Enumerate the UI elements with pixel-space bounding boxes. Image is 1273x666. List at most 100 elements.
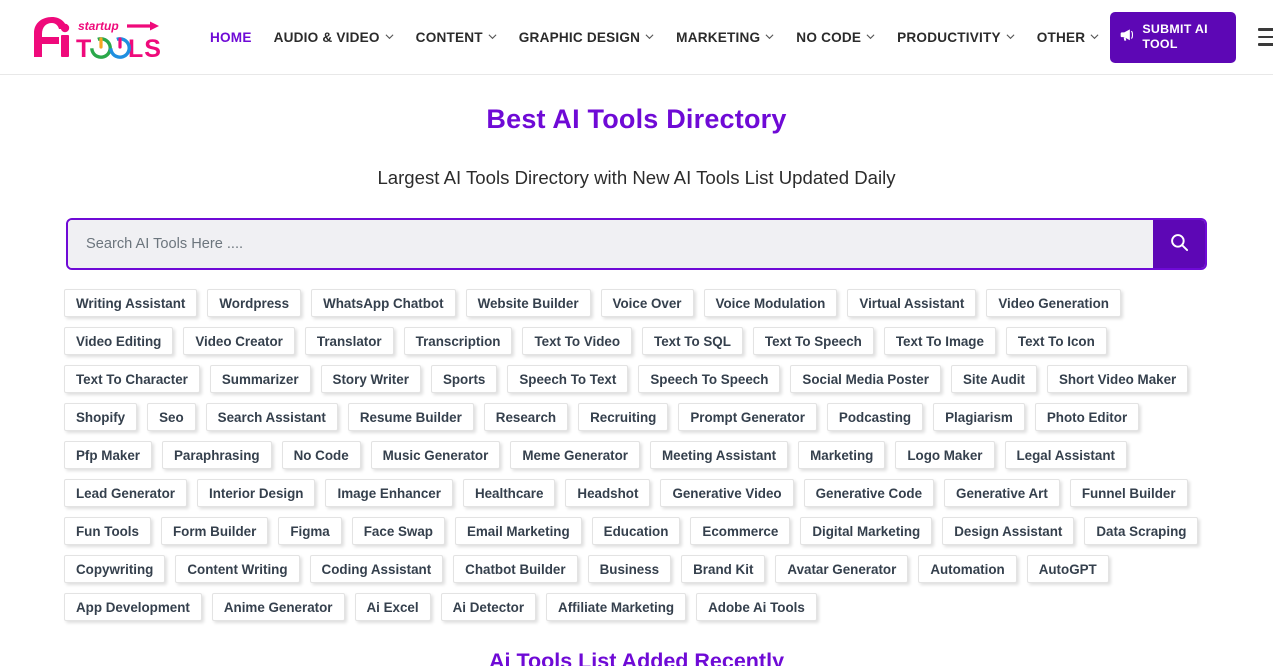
category-tag[interactable]: Form Builder	[160, 517, 269, 546]
category-tag[interactable]: Design Assistant	[942, 517, 1075, 546]
main-navigation: HOME AUDIO & VIDEO CONTENT GRAPHIC DESIG…	[199, 0, 1110, 74]
category-tag[interactable]: Generative Art	[944, 479, 1060, 508]
logo-graphic: startup T LS	[34, 17, 161, 61]
category-tag[interactable]: Fun Tools	[64, 517, 151, 546]
nav-item-label: HOME	[210, 29, 252, 45]
category-tag[interactable]: Healthcare	[462, 479, 556, 508]
nav-item-graphic-design[interactable]: GRAPHIC DESIGN	[508, 24, 665, 51]
category-tag[interactable]: Headshot	[565, 479, 651, 508]
category-tag[interactable]: Wordpress	[207, 289, 302, 318]
category-tag[interactable]: Marketing	[798, 441, 886, 470]
category-tag[interactable]: Translator	[304, 327, 394, 356]
category-tag[interactable]: Resume Builder	[347, 403, 474, 432]
category-tag[interactable]: Pfp Maker	[64, 441, 152, 470]
category-tag[interactable]: Image Enhancer	[325, 479, 453, 508]
category-tag[interactable]: Meme Generator	[510, 441, 640, 470]
category-tag[interactable]: Voice Over	[600, 289, 694, 318]
category-tag[interactable]: Copywriting	[64, 555, 166, 584]
category-tag[interactable]: Writing Assistant	[64, 289, 198, 318]
category-tag[interactable]: Recruiting	[578, 403, 669, 432]
category-tag[interactable]: Chatbot Builder	[453, 555, 578, 584]
category-tag[interactable]: Education	[591, 517, 681, 546]
category-tag[interactable]: No Code	[281, 441, 361, 470]
nav-item-content[interactable]: CONTENT	[405, 24, 508, 51]
category-tag[interactable]: Speech To Text	[507, 365, 629, 394]
nav-item-audio-video[interactable]: AUDIO & VIDEO	[263, 24, 405, 51]
category-tag[interactable]: Research	[483, 403, 569, 432]
category-tag[interactable]: Video Editing	[64, 327, 174, 356]
category-tag[interactable]: Prompt Generator	[678, 403, 817, 432]
hamburger-icon[interactable]	[1258, 26, 1273, 48]
category-tag[interactable]: Generative Code	[803, 479, 935, 508]
category-tag[interactable]: Video Creator	[183, 327, 295, 356]
category-tag[interactable]: Text To Speech	[752, 327, 874, 356]
category-tag[interactable]: Text To Image	[883, 327, 996, 356]
category-tag[interactable]: Story Writer	[320, 365, 421, 394]
category-tag[interactable]: Ai Detector	[440, 593, 537, 622]
category-tag[interactable]: Legal Assistant	[1004, 441, 1127, 470]
category-tag[interactable]: Meeting Assistant	[650, 441, 789, 470]
category-tag[interactable]: Shopify	[64, 403, 138, 432]
category-tag[interactable]: Speech To Speech	[638, 365, 781, 394]
category-tag[interactable]: Brand Kit	[681, 555, 766, 584]
nav-item-no-code[interactable]: NO CODE	[785, 24, 886, 51]
category-tag[interactable]: Figma	[278, 517, 342, 546]
category-tag[interactable]: Content Writing	[175, 555, 300, 584]
category-tag[interactable]: Funnel Builder	[1069, 479, 1188, 508]
category-tag[interactable]: Music Generator	[370, 441, 501, 470]
category-tag[interactable]: Adobe Ai Tools	[696, 593, 817, 622]
category-tag[interactable]: Coding Assistant	[309, 555, 444, 584]
category-tag[interactable]: Plagiarism	[933, 403, 1025, 432]
category-tag[interactable]: Logo Maker	[895, 441, 995, 470]
nav-item-productivity[interactable]: PRODUCTIVITY	[886, 24, 1026, 51]
nav-item-other[interactable]: OTHER	[1026, 24, 1111, 51]
category-tag[interactable]: Text To SQL	[642, 327, 743, 356]
category-tag[interactable]: Search Assistant	[205, 403, 338, 432]
category-tag[interactable]: Transcription	[403, 327, 513, 356]
category-tag[interactable]: Digital Marketing	[800, 517, 933, 546]
nav-item-home[interactable]: HOME	[199, 24, 263, 51]
submit-ai-tool-button[interactable]: SUBMIT AI TOOL	[1110, 11, 1237, 63]
category-tag[interactable]: Anime Generator	[211, 593, 345, 622]
category-tag[interactable]: Text To Icon	[1005, 327, 1107, 356]
category-tag[interactable]: Lead Generator	[64, 479, 187, 508]
category-tag[interactable]: Data Scraping	[1084, 517, 1199, 546]
category-tag[interactable]: Photo Editor	[1034, 403, 1140, 432]
chevron-down-icon	[1006, 32, 1015, 41]
category-tag[interactable]: Paraphrasing	[162, 441, 272, 470]
category-tag[interactable]: Podcasting	[826, 403, 924, 432]
search-button[interactable]	[1153, 220, 1205, 269]
category-tag[interactable]: Text To Video	[522, 327, 633, 356]
ai-startup-tools-logo[interactable]: startup T LS	[28, 13, 161, 61]
nav-item-marketing[interactable]: MARKETING	[665, 24, 785, 51]
nav-item-label: MARKETING	[676, 29, 761, 45]
category-tag[interactable]: Ecommerce	[690, 517, 791, 546]
nav-item-label: CONTENT	[415, 29, 483, 45]
category-tag[interactable]: Avatar Generator	[775, 555, 909, 584]
category-tag[interactable]: Seo	[147, 403, 196, 432]
category-tag[interactable]: Interior Design	[196, 479, 316, 508]
category-tag[interactable]: Voice Modulation	[703, 289, 838, 318]
category-tag[interactable]: Email Marketing	[454, 517, 582, 546]
category-tag[interactable]: Affiliate Marketing	[546, 593, 687, 622]
category-tag[interactable]: Ai Excel	[354, 593, 431, 622]
category-tag[interactable]: Generative Video	[660, 479, 794, 508]
category-tag[interactable]: WhatsApp Chatbot	[311, 289, 456, 318]
category-tag[interactable]: Video Generation	[986, 289, 1121, 318]
category-tag[interactable]: Social Media Poster	[790, 365, 941, 394]
search-input[interactable]	[68, 220, 1153, 269]
category-tag[interactable]: Website Builder	[465, 289, 591, 318]
category-tag[interactable]: Text To Character	[64, 365, 200, 394]
hamburger-bar	[1258, 35, 1273, 39]
category-tag[interactable]: Business	[587, 555, 672, 584]
category-tag[interactable]: Short Video Maker	[1046, 365, 1189, 394]
category-tag[interactable]: Site Audit	[950, 365, 1037, 394]
category-tag[interactable]: Virtual Assistant	[847, 289, 977, 318]
category-tag[interactable]: Sports	[430, 365, 498, 394]
category-tag[interactable]: AutoGPT	[1026, 555, 1109, 584]
category-tag[interactable]: Summarizer	[209, 365, 311, 394]
category-tag[interactable]: Face Swap	[351, 517, 445, 546]
category-tag[interactable]: Automation	[918, 555, 1017, 584]
category-tag[interactable]: App Development	[64, 593, 202, 622]
nav-item-label: PRODUCTIVITY	[897, 29, 1001, 45]
